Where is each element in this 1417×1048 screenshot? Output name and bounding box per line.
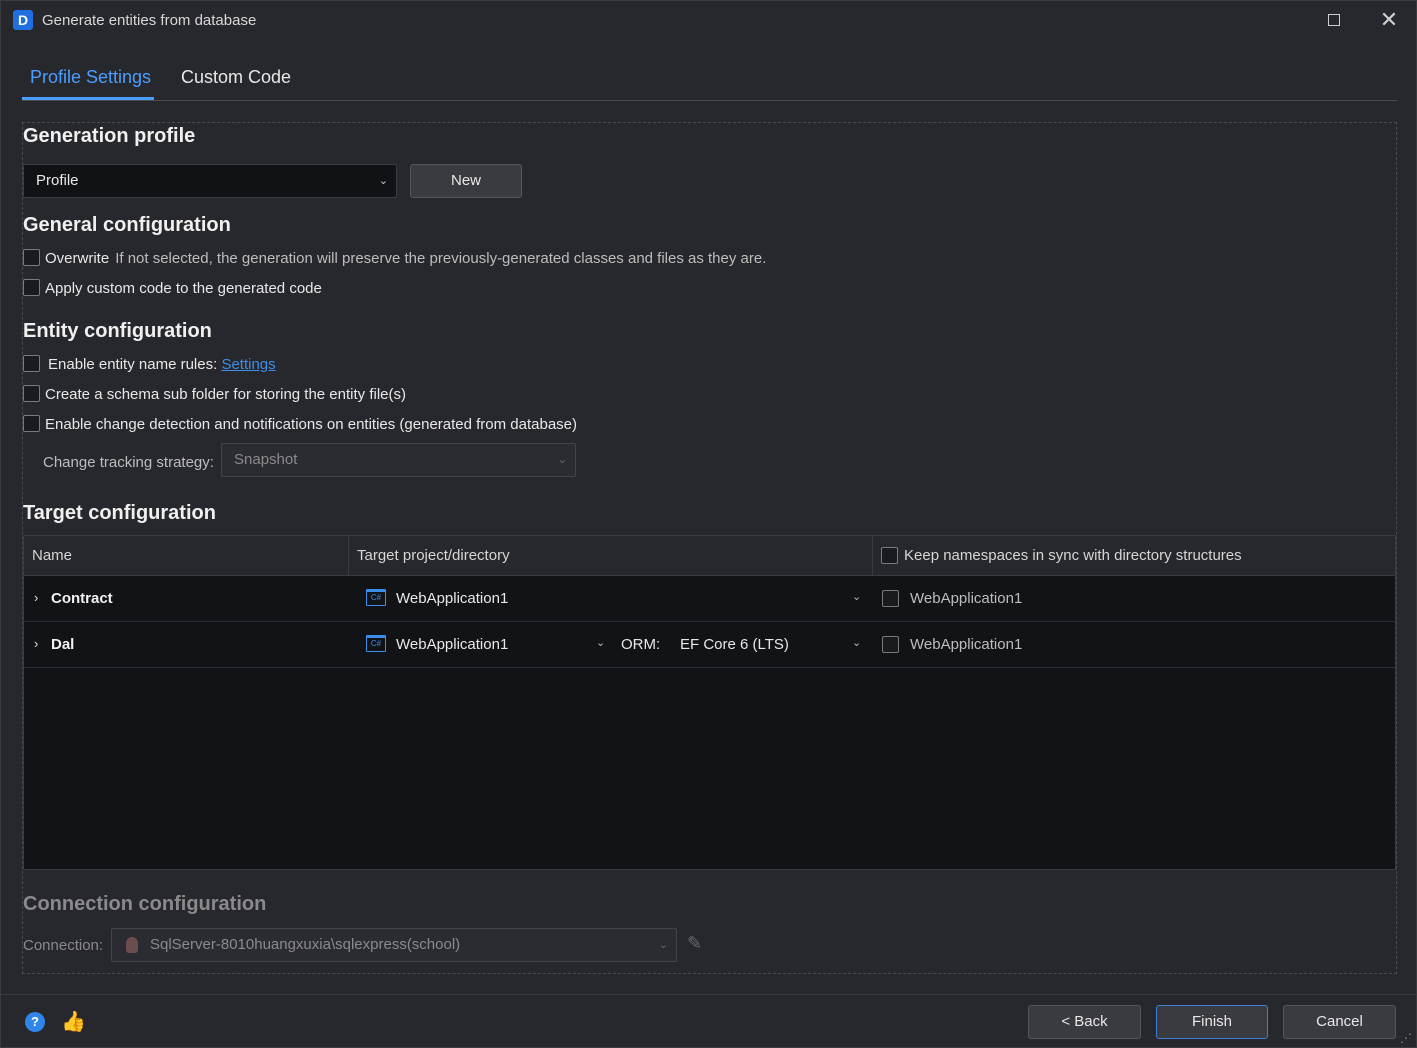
new-profile-button[interactable]: New (410, 164, 522, 198)
connection-select[interactable]: SqlServer-8010huangxuxia\sqlexpress(scho… (111, 928, 677, 962)
target-project-value[interactable]: WebApplication1 (396, 590, 508, 607)
namespace-checkbox[interactable] (882, 636, 899, 653)
close-button[interactable]: ✕ (1376, 7, 1402, 33)
overwrite-description: If not selected, the generation will pre… (115, 250, 767, 267)
target-grid: Name Target project/directory Keep names… (23, 535, 1396, 870)
thumbs-up-icon[interactable]: 👍 (61, 1009, 86, 1034)
column-header-keep-namespaces: Keep namespaces in sync with directory s… (904, 547, 1242, 564)
general-configuration-heading: General configuration (23, 214, 231, 236)
tracking-strategy-select[interactable]: Snapshot ⌄ (221, 443, 576, 477)
resize-grip-icon[interactable]: ⋰ (1400, 1031, 1412, 1045)
entity-name-rules-label: Enable entity name rules: Settings (48, 356, 276, 373)
entity-name-rules-text: Enable entity name rules: (48, 356, 218, 373)
profile-settings-panel: Generation profile Profile ⌄ New General… (22, 122, 1397, 974)
schema-subfolder-label: Create a schema sub folder for storing t… (45, 386, 406, 403)
chevron-down-icon[interactable]: ⌄ (852, 590, 861, 603)
chevron-down-icon: ⌄ (378, 175, 388, 187)
dialog-window: D Generate entities from database ✕ Prof… (0, 0, 1417, 1048)
entity-name-rules-checkbox[interactable] (23, 355, 40, 372)
grid-row-contract[interactable]: › Contract C# WebApplication1 ⌄ WebAppli… (24, 576, 1395, 622)
change-detection-label: Enable change detection and notification… (45, 416, 578, 433)
csharp-project-icon: C# (366, 589, 386, 606)
database-icon (126, 937, 138, 953)
title-bar: D Generate entities from database ✕ (1, 1, 1416, 39)
chevron-down-icon: ⌄ (658, 939, 668, 951)
namespace-value: WebApplication1 (910, 636, 1023, 653)
grid-row-dal[interactable]: › Dal C# WebApplication1 ⌄ ORM: EF Core … (24, 622, 1395, 668)
back-button[interactable]: < Back (1028, 1005, 1141, 1039)
active-tab-indicator (22, 97, 154, 100)
orm-select-value[interactable]: EF Core 6 (LTS) (680, 636, 789, 653)
profile-select[interactable]: Profile ⌄ (23, 164, 397, 198)
chevron-down-icon[interactable]: ⌄ (596, 636, 605, 649)
target-project-value[interactable]: WebApplication1 (396, 636, 508, 653)
row-name: Dal (51, 636, 75, 653)
entity-configuration-heading: Entity configuration (23, 320, 212, 342)
orm-label: ORM: (621, 636, 661, 653)
overwrite-checkbox[interactable] (23, 249, 40, 266)
app-logo-icon: D (13, 10, 33, 30)
tracking-strategy-label: Change tracking strategy: (43, 454, 214, 471)
edit-connection-pencil-icon[interactable]: ✎ (687, 933, 702, 954)
change-detection-checkbox[interactable] (23, 415, 40, 432)
help-icon[interactable]: ? (25, 1012, 45, 1032)
footer-divider (1, 994, 1416, 995)
connection-label: Connection: (23, 937, 104, 954)
tab-custom-code[interactable]: Custom Code (181, 67, 291, 101)
schema-subfolder-checkbox[interactable] (23, 385, 40, 402)
grid-header: Name Target project/directory Keep names… (24, 536, 1395, 576)
namespace-value: WebApplication1 (910, 590, 1023, 607)
cancel-button[interactable]: Cancel (1283, 1005, 1396, 1039)
connection-select-value: SqlServer-8010huangxuxia\sqlexpress(scho… (150, 936, 461, 953)
namespace-checkbox[interactable] (882, 590, 899, 607)
tracking-strategy-value: Snapshot (234, 451, 298, 468)
apply-custom-code-label: Apply custom code to the generated code (45, 280, 322, 297)
target-configuration-heading: Target configuration (23, 502, 216, 524)
overwrite-label-text: Overwrite (45, 250, 110, 267)
row-name: Contract (51, 590, 113, 607)
column-separator (872, 536, 873, 576)
generation-profile-heading: Generation profile (23, 125, 196, 147)
expand-chevron-icon[interactable]: › (34, 636, 38, 651)
window-title: Generate entities from database (42, 12, 257, 29)
expand-chevron-icon[interactable]: › (34, 590, 38, 605)
connection-configuration-heading: Connection configuration (23, 893, 267, 915)
tab-profile-settings[interactable]: Profile Settings (30, 67, 151, 101)
finish-button[interactable]: Finish (1156, 1005, 1268, 1039)
tab-bar: Profile Settings Custom Code (22, 57, 1397, 101)
apply-custom-code-checkbox[interactable] (23, 279, 40, 296)
column-header-name: Name (32, 547, 73, 564)
chevron-down-icon[interactable]: ⌄ (852, 636, 861, 649)
maximize-button[interactable] (1321, 7, 1347, 33)
maximize-icon (1328, 14, 1340, 26)
name-rules-settings-link[interactable]: Settings (221, 356, 275, 373)
profile-select-value: Profile (36, 172, 79, 189)
overwrite-label: Overwrite If not selected, the generation… (45, 250, 766, 267)
csharp-project-icon: C# (366, 635, 386, 652)
column-header-target: Target project/directory (357, 547, 510, 564)
chevron-down-icon: ⌄ (557, 454, 567, 466)
